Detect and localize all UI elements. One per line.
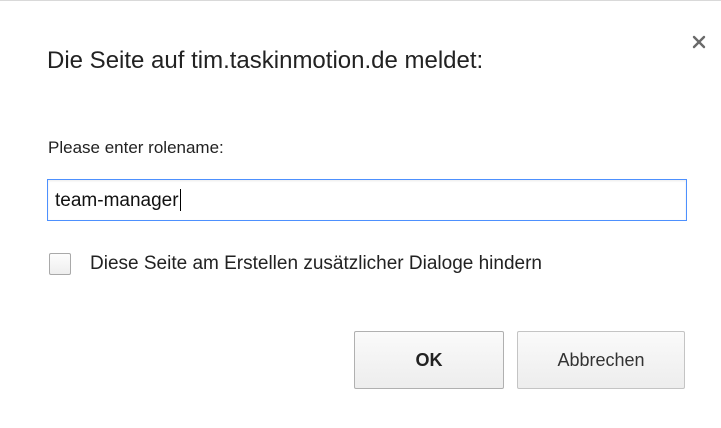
dialog-title: Die Seite auf tim.taskinmotion.de meldet… <box>47 47 484 74</box>
suppress-dialogs-label: Diese Seite am Erstellen zusätzlicher Di… <box>90 253 543 274</box>
text-caret <box>179 188 181 211</box>
cancel-button[interactable]: Abbrechen <box>517 331 685 389</box>
input-value-text: team-manager <box>55 190 179 211</box>
prompt-label: Please enter rolename: <box>48 138 224 157</box>
rolename-input-value: team-manager <box>55 188 181 213</box>
rolename-input[interactable]: team-manager <box>47 179 687 221</box>
ok-button[interactable]: OK <box>354 331 504 389</box>
close-icon[interactable] <box>690 33 708 51</box>
suppress-dialogs-checkbox[interactable] <box>49 253 71 275</box>
suppress-dialogs-option[interactable]: Diese Seite am Erstellen zusätzlicher Di… <box>49 251 542 277</box>
prompt-dialog: Die Seite auf tim.taskinmotion.de meldet… <box>0 0 721 428</box>
